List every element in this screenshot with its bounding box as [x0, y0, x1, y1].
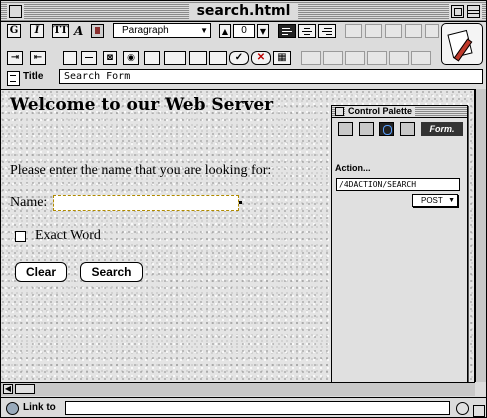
name-label: Name:: [10, 195, 48, 210]
palette-tab-object[interactable]: [379, 122, 394, 136]
palette-title: Control Palette: [345, 106, 416, 117]
zoom-box-icon[interactable]: [451, 5, 464, 18]
edit-source-button[interactable]: [441, 23, 483, 65]
title-bar[interactable]: search.html: [1, 1, 486, 22]
exact-word-checkbox[interactable]: [15, 231, 26, 242]
text-field-tool-button[interactable]: [164, 51, 186, 65]
method-value: POST: [421, 196, 443, 205]
align-right-icon: [324, 28, 332, 29]
list-bullet-button[interactable]: [345, 24, 362, 38]
control-palette[interactable]: Control Palette Form. Action... /4DACTIO…: [331, 105, 468, 385]
palette-tab-form[interactable]: Form.: [421, 122, 463, 136]
close-box-icon[interactable]: [9, 5, 22, 18]
table-insert-col-button[interactable]: [323, 51, 343, 65]
table-merge-button[interactable]: [389, 51, 409, 65]
title-input[interactable]: Search Form: [59, 69, 483, 84]
table-delete-col-button[interactable]: [367, 51, 387, 65]
form-object-button[interactable]: [63, 51, 77, 65]
paragraph-style-select[interactable]: Paragraph ▼: [113, 23, 211, 38]
prompt-text: Please enter the name that you are looki…: [10, 163, 272, 178]
text-style-icon[interactable]: A: [74, 24, 83, 38]
password-tool-button[interactable]: [189, 51, 207, 65]
document-icon: [7, 71, 20, 86]
rule-button[interactable]: [81, 51, 97, 65]
align-center-icon: [304, 28, 310, 29]
table-delete-row-button[interactable]: [345, 51, 365, 65]
palette-tab-image[interactable]: [400, 122, 415, 136]
scroll-left-arrow-icon[interactable]: ◀: [3, 384, 13, 394]
font-size-value[interactable]: 0: [233, 24, 255, 38]
resize-handle[interactable]: [473, 405, 485, 417]
name-input[interactable]: [53, 195, 242, 211]
indent-button[interactable]: [385, 24, 402, 38]
editor-window: search.html G I TT A Paragraph ▼ ▲ 0 ▼ ⇥…: [0, 0, 487, 418]
horizontal-scrollbar[interactable]: ◀: [1, 382, 475, 396]
text-area-tool-button[interactable]: [144, 51, 160, 65]
window-title: search.html: [188, 3, 299, 19]
title-label: Title: [23, 71, 44, 82]
collapse-box-icon[interactable]: [467, 5, 480, 18]
align-left-button[interactable]: [278, 24, 296, 38]
list-number-button[interactable]: [365, 24, 382, 38]
action-input[interactable]: /4DACTION/SEARCH: [336, 178, 460, 191]
action-label[interactable]: Action...: [335, 163, 371, 174]
horizontal-rule-icon: [85, 57, 93, 58]
popup-tool-button[interactable]: [209, 51, 227, 65]
color-swatch-icon: [95, 27, 100, 34]
link-to-field[interactable]: [65, 401, 450, 415]
vertical-scrollbar[interactable]: [475, 89, 486, 382]
paragraph-style-value: Paragraph: [122, 25, 169, 36]
align-right-button[interactable]: [318, 24, 336, 38]
format-button[interactable]: [425, 24, 439, 38]
palette-tab-page[interactable]: [338, 122, 353, 136]
clear-button[interactable]: Clear: [15, 262, 67, 282]
palette-tab-text[interactable]: [359, 122, 374, 136]
palette-close-icon[interactable]: [335, 107, 344, 116]
font-size-down-button[interactable]: ▲: [219, 24, 231, 38]
color-button[interactable]: [91, 24, 104, 38]
status-bar: Link to: [1, 397, 486, 417]
radio-tool-button[interactable]: ◉: [123, 51, 139, 65]
teletype-button[interactable]: TT: [52, 24, 69, 38]
globe-icon: [6, 402, 19, 415]
exact-word-label: Exact Word: [35, 228, 101, 243]
submit-tool-button[interactable]: ✓: [229, 51, 249, 65]
italic-button[interactable]: I: [30, 24, 44, 38]
scroll-thumb[interactable]: [15, 384, 35, 394]
outdent-button[interactable]: [405, 24, 422, 38]
font-size-up-button[interactable]: ▼: [257, 24, 269, 38]
palette-title-bar[interactable]: Control Palette: [332, 106, 467, 118]
table-tool-button[interactable]: ▦: [273, 51, 291, 65]
anchor-in-button[interactable]: ⇥: [7, 51, 23, 65]
chevron-down-icon: ▼: [448, 197, 455, 204]
status-indicator-icon: [456, 402, 469, 415]
align-center-button[interactable]: [298, 24, 316, 38]
anchor-out-button[interactable]: ⇤: [30, 51, 46, 65]
method-select[interactable]: POST ▼: [412, 194, 458, 207]
reset-tool-button[interactable]: ✕: [251, 51, 271, 65]
chevron-down-icon: ▼: [200, 26, 208, 35]
link-to-label: Link to: [23, 402, 56, 413]
checkbox-tool-button[interactable]: ⊠: [103, 51, 117, 65]
bold-button[interactable]: G: [7, 24, 21, 38]
search-button[interactable]: Search: [80, 262, 143, 282]
table-split-button[interactable]: [411, 51, 431, 65]
table-insert-row-button[interactable]: [301, 51, 321, 65]
align-left-icon: [282, 28, 290, 29]
page-heading: Welcome to our Web Server: [10, 95, 274, 115]
